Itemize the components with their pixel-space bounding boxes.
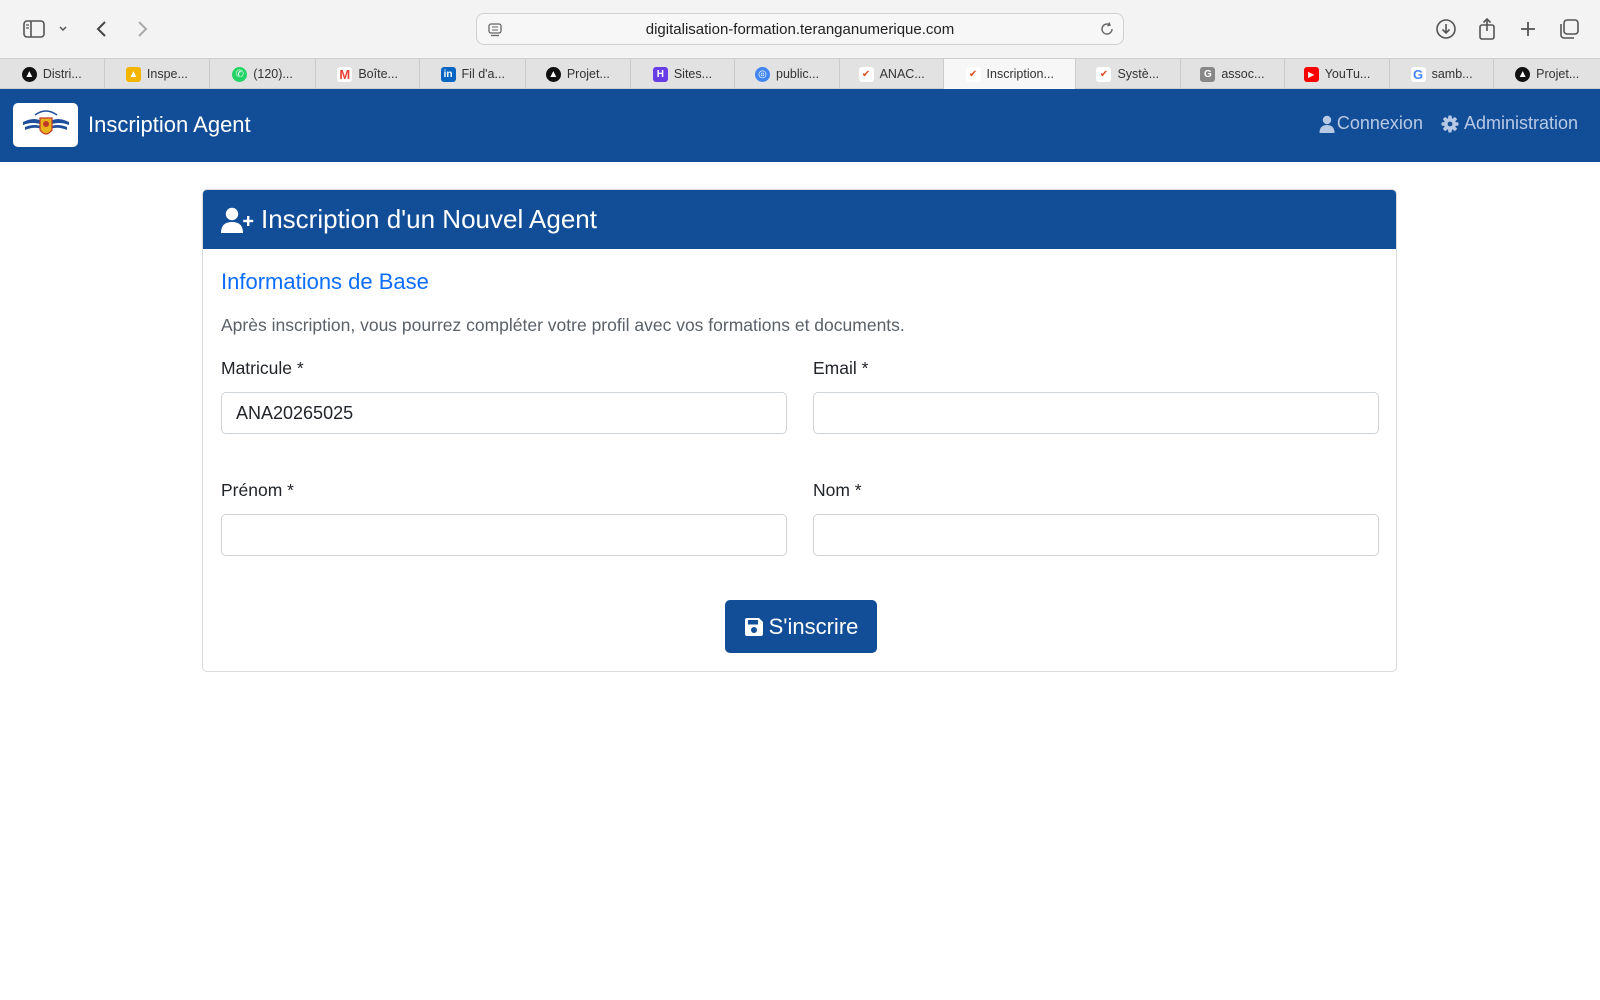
triangle-icon: ▲ — [21, 66, 37, 82]
intro-text: Après inscription, vous pourrez compléte… — [221, 315, 905, 335]
google-icon: G — [1410, 66, 1426, 82]
tab-label: ANAC... — [879, 67, 925, 81]
reload-icon[interactable] — [1099, 21, 1115, 41]
triangle-icon: ▲ — [1515, 66, 1531, 82]
tab[interactable]: Gassoc... — [1181, 59, 1286, 89]
sidebar-toggle-icon[interactable] — [20, 14, 48, 44]
nom-field[interactable] — [813, 514, 1379, 556]
url-text: digitalisation-formation.teranganumeriqu… — [645, 20, 955, 38]
tab[interactable]: H Sites... — [631, 59, 736, 89]
tab-label: Distri... — [42, 67, 82, 81]
user-icon — [1319, 115, 1335, 133]
prenom-label: Prénom * — [221, 480, 294, 500]
email-field[interactable] — [813, 392, 1379, 434]
download-icon[interactable] — [1432, 14, 1460, 44]
whatsapp-icon: ✆ — [232, 66, 248, 82]
save-icon — [744, 617, 763, 636]
anac-icon: ✔ — [965, 66, 981, 82]
nom-label: Nom * — [813, 480, 862, 500]
tab[interactable]: ✔ ANAC... — [840, 59, 945, 89]
site-settings-icon[interactable] — [487, 22, 503, 42]
tab[interactable]: in Fil d'a... — [420, 59, 527, 89]
tab[interactable]: ▲ Projet... — [526, 59, 631, 89]
tab[interactable]: ✔ Systè... — [1076, 59, 1181, 89]
tab-label: Inspe... — [146, 67, 188, 81]
tab-label: Systè... — [1117, 67, 1160, 81]
gear-icon — [1441, 115, 1459, 132]
anac-icon: ✔ — [1096, 66, 1112, 82]
email-label: Email * — [813, 358, 869, 378]
matricule-label: Matricule * — [221, 358, 304, 378]
login-link-label: Connexion — [1336, 113, 1423, 133]
ads-icon: ▲ — [125, 66, 141, 82]
tab-active[interactable]: ✔ Inscription... — [944, 59, 1076, 89]
share-icon[interactable] — [1473, 14, 1501, 44]
tab[interactable]: ▲ Distri... — [0, 59, 105, 89]
app-navbar: Inscription Agent Connexion Administrati… — [0, 89, 1600, 162]
tab-label: Sites... — [673, 67, 713, 81]
back-icon[interactable] — [90, 14, 114, 44]
tab[interactable]: ▶ YouTu... — [1285, 59, 1390, 89]
tab-label: public... — [776, 67, 820, 81]
user-plus-icon — [221, 207, 254, 233]
forward-icon[interactable] — [130, 14, 154, 44]
tab[interactable]: ◎ public... — [735, 59, 840, 89]
login-link[interactable]: Connexion — [1319, 113, 1423, 134]
anac-logo-icon — [22, 110, 69, 135]
tab[interactable]: ✆ (120)... — [210, 59, 316, 89]
tab-label: Projet... — [566, 67, 610, 81]
tab[interactable]: ▲ Inspe... — [105, 59, 211, 89]
admin-link-label: Administration — [1463, 113, 1578, 133]
logo[interactable] — [13, 103, 78, 147]
prenom-field[interactable] — [221, 514, 787, 556]
register-button[interactable]: S'inscrire — [725, 600, 877, 653]
card-title: Inscription d'un Nouvel Agent — [261, 204, 597, 234]
tab-label: YouTu... — [1324, 67, 1371, 81]
globe-icon: ◎ — [755, 66, 771, 82]
new-tab-icon[interactable] — [1514, 14, 1542, 44]
triangle-icon: ▲ — [545, 66, 561, 82]
matricule-field[interactable] — [221, 392, 787, 434]
linkedin-icon: in — [440, 66, 456, 82]
tab-label: assoc... — [1221, 67, 1265, 81]
register-button-label: S'inscrire — [768, 613, 859, 639]
anac-icon: ✔ — [858, 66, 874, 82]
tab-label: samb... — [1431, 67, 1473, 81]
section-title: Informations de Base — [221, 269, 429, 294]
tab-label: Boîte... — [358, 67, 398, 81]
nav-links: Connexion Administration — [1319, 113, 1578, 134]
tab-label: (120)... — [253, 67, 293, 81]
app-brand[interactable]: Inscription Agent — [88, 112, 251, 138]
admin-link[interactable]: Administration — [1441, 113, 1578, 134]
g-icon: G — [1200, 66, 1216, 82]
tab[interactable]: ▲ Projet... — [1494, 59, 1600, 89]
tab[interactable]: Gsamb... — [1390, 59, 1495, 89]
tab-label: Projet... — [1536, 67, 1580, 81]
gmail-icon: M — [337, 66, 353, 82]
tab-overview-icon[interactable] — [1555, 14, 1583, 44]
youtube-icon: ▶ — [1303, 66, 1319, 82]
tab-label: Inscription... — [986, 67, 1054, 81]
chevron-down-icon[interactable] — [56, 14, 70, 44]
browser-toolbar: digitalisation-formation.teranganumeriqu… — [0, 0, 1600, 58]
tab[interactable]: M Boîte... — [316, 59, 421, 89]
card-header: Inscription d'un Nouvel Agent — [203, 190, 1396, 249]
address-bar[interactable]: digitalisation-formation.teranganumeriqu… — [476, 13, 1124, 45]
hostinger-icon: H — [652, 66, 668, 82]
tab-bar: ▲ Distri... ▲ Inspe... ✆ (120)... M Boîte...… — [0, 58, 1600, 89]
tab-label: Fil d'a... — [461, 67, 505, 81]
registration-card: Inscription d'un Nouvel Agent Informatio… — [202, 189, 1397, 672]
